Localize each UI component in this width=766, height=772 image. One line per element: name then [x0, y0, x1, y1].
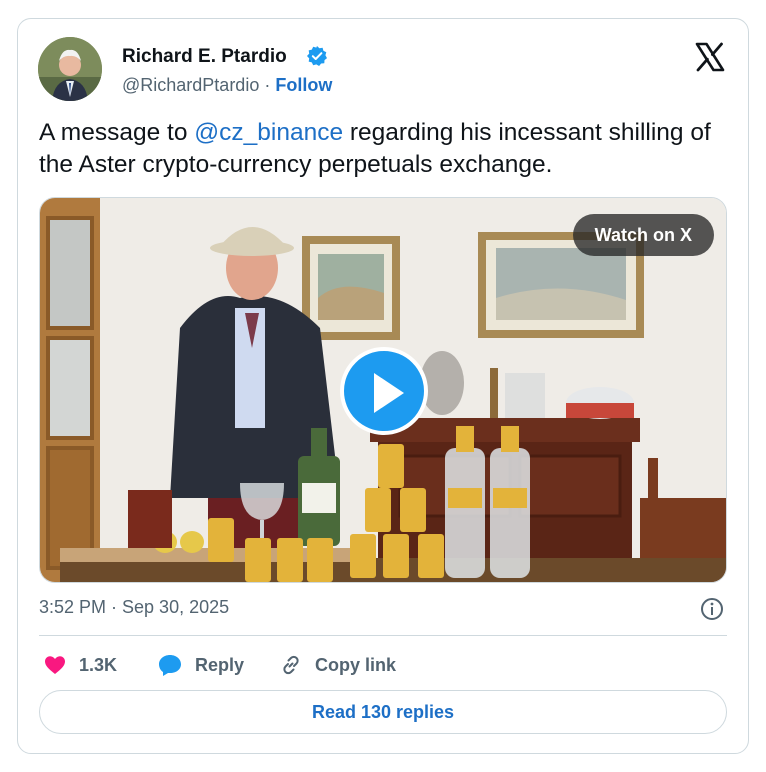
watch-on-x-button[interactable]: Watch on X — [572, 214, 714, 256]
reply-button[interactable]: Reply — [157, 649, 244, 681]
play-button[interactable] — [340, 347, 428, 435]
reply-label: Reply — [195, 654, 245, 675]
tweet-header: Richard E. Ptardio @RichardPtardio · Fol… — [38, 37, 728, 103]
play-icon — [374, 373, 404, 413]
tweet-text-start: A message to — [39, 119, 195, 146]
mention-link[interactable]: @cz_binance — [194, 119, 343, 146]
follow-button[interactable]: Follow — [275, 75, 332, 95]
tweet-timestamp[interactable]: 3:52 PM · Sep 30, 2025 — [39, 597, 229, 618]
tweet-actions: 1.3K Reply Copy link — [39, 649, 729, 681]
divider — [39, 635, 727, 636]
copy-link-label: Copy link — [315, 654, 397, 675]
link-icon — [283, 655, 299, 675]
handle-separator: · — [259, 75, 276, 95]
tweet-embed-card: Richard E. Ptardio @RichardPtardio · Fol… — [17, 18, 749, 754]
heart-icon — [45, 656, 65, 674]
read-replies-button[interactable]: Read 130 replies — [39, 690, 727, 734]
reply-bubble-icon — [159, 655, 181, 676]
x-logo-icon[interactable] — [694, 41, 726, 73]
author-name[interactable]: Richard E. Ptardio — [122, 46, 287, 68]
like-button[interactable]: 1.3K — [43, 649, 117, 681]
avatar[interactable] — [38, 37, 102, 101]
author-handle-line: @RichardPtardio · Follow — [122, 75, 332, 96]
tweet-text: A message to @cz_binance regarding his i… — [39, 117, 729, 181]
copy-link-button[interactable]: Copy link — [279, 649, 396, 681]
like-count: 1.3K — [79, 654, 118, 675]
info-icon[interactable] — [700, 597, 724, 621]
video-thumbnail[interactable]: Watch on X — [39, 197, 727, 583]
author-handle[interactable]: @RichardPtardio — [122, 75, 259, 95]
verified-badge-icon — [307, 46, 327, 66]
